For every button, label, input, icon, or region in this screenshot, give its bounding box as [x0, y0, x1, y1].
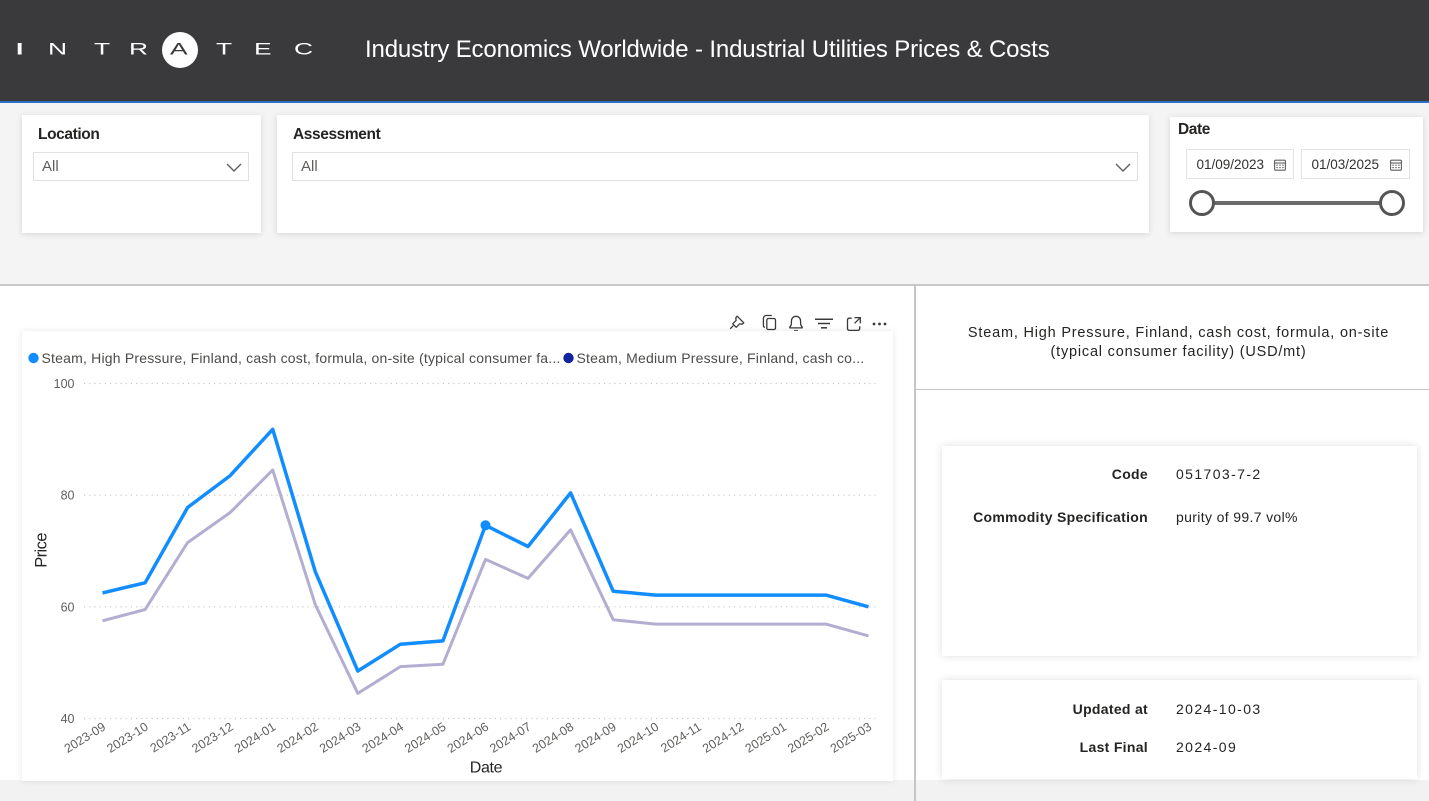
svg-text:80: 80	[60, 489, 74, 503]
svg-text:2024-05: 2024-05	[402, 720, 448, 756]
svg-text:100: 100	[53, 377, 74, 391]
svg-text:2024-03: 2024-03	[317, 720, 363, 756]
svg-text:2024-06: 2024-06	[444, 720, 490, 756]
svg-text:Date: Date	[469, 760, 502, 777]
svg-text:40: 40	[60, 712, 74, 726]
svg-text:2024-02: 2024-02	[274, 720, 320, 756]
svg-text:2024-11: 2024-11	[658, 720, 704, 756]
svg-text:2025-01: 2025-01	[742, 720, 788, 756]
svg-text:2024-07: 2024-07	[487, 720, 533, 756]
svg-text:2024-10: 2024-10	[614, 720, 660, 756]
svg-text:2025-02: 2025-02	[785, 720, 831, 756]
svg-text:2024-01: 2024-01	[231, 720, 277, 756]
svg-text:60: 60	[60, 600, 74, 614]
svg-text:2024-04: 2024-04	[359, 720, 405, 756]
svg-text:Steam, High Pressure, Finland,: Steam, High Pressure, Finland, cash cost…	[41, 350, 560, 366]
svg-text:2024-09: 2024-09	[572, 720, 618, 756]
svg-text:2025-03: 2025-03	[827, 720, 873, 756]
svg-text:2023-10: 2023-10	[104, 720, 150, 756]
svg-text:Steam, Medium Pressure, Finlan: Steam, Medium Pressure, Finland, cash co…	[576, 350, 864, 366]
svg-text:2023-12: 2023-12	[189, 720, 235, 756]
svg-text:2024-08: 2024-08	[529, 720, 575, 756]
svg-text:2024-12: 2024-12	[700, 720, 746, 756]
svg-text:Price: Price	[32, 533, 50, 568]
svg-text:2023-11: 2023-11	[147, 720, 193, 756]
